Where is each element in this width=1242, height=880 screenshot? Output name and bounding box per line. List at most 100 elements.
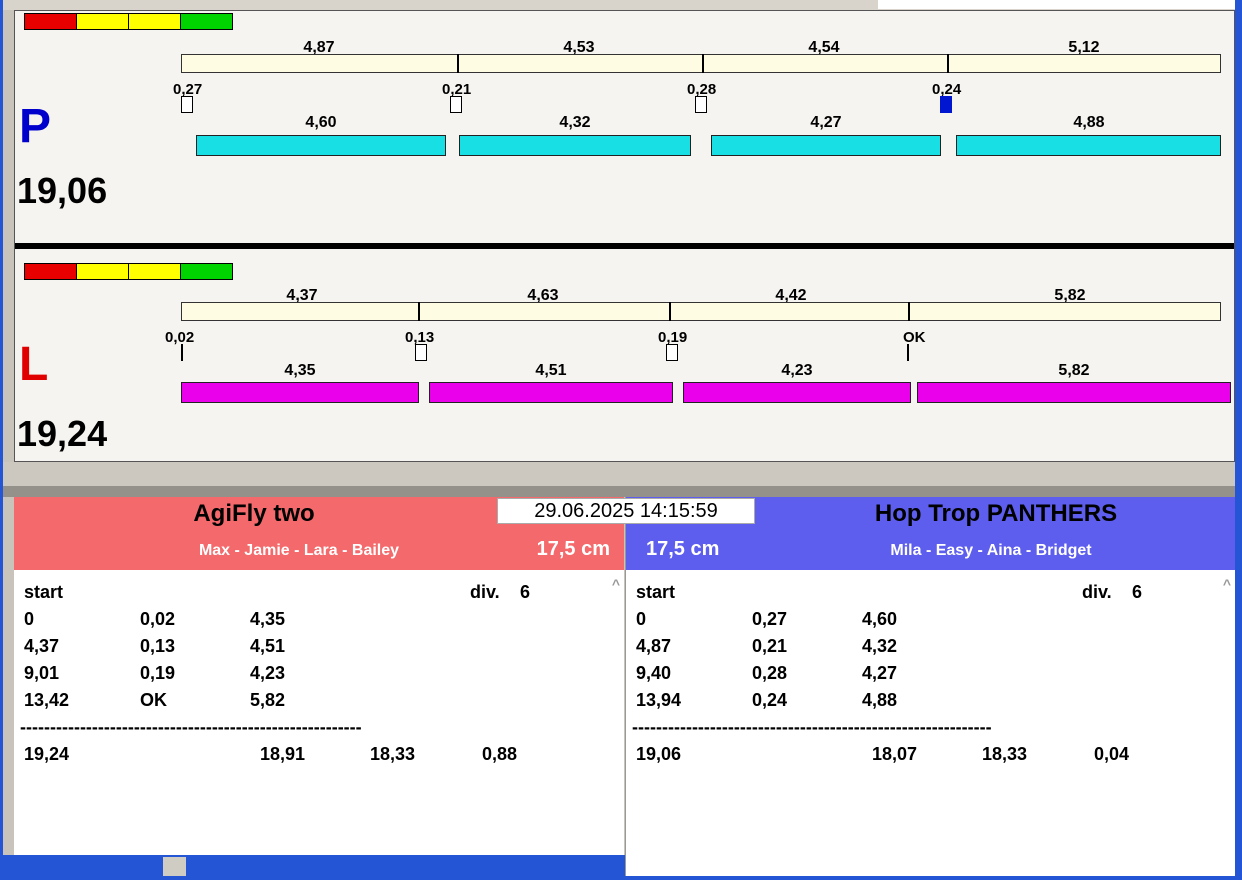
- split-timeline-bar-p: [181, 54, 1221, 73]
- segment-time-bar: [683, 382, 911, 403]
- traffic-light-red: [24, 13, 77, 30]
- team-name: AgiFly two: [193, 500, 315, 527]
- segment-time-bar: [711, 135, 941, 156]
- traffic-light-indicator-l: [24, 263, 233, 280]
- totals-value: 18,07: [872, 744, 918, 764]
- result-row: 13,94 0,24 4,88: [626, 690, 1235, 714]
- split-time: 5,82: [250, 690, 286, 710]
- segment-time-bar: [181, 382, 419, 403]
- traffic-light-yellow-2: [128, 263, 181, 280]
- result-row: 0 0,27 4,60: [626, 609, 1235, 633]
- totals-value: 0,88: [482, 744, 518, 764]
- start-label: start: [24, 582, 64, 602]
- segment-time-bar: [196, 135, 446, 156]
- cumulative-time: 9,01: [24, 663, 60, 683]
- cumulative-time: 0: [636, 609, 647, 629]
- team-name: Hop Trop PANTHERS: [874, 500, 1118, 527]
- cumulative-time: 0: [24, 609, 35, 629]
- dog-split-time: 4,88: [1073, 114, 1105, 131]
- result-row: 13,42 OK 5,82: [14, 690, 624, 714]
- traffic-light-indicator-p: [24, 13, 233, 30]
- segment-divider: [418, 302, 420, 321]
- result-row: 4,87 0,21 4,32: [626, 636, 1235, 660]
- totals-row: 19,06 18,07 18,33 0,04: [626, 744, 1235, 768]
- traffic-light-yellow-1: [76, 263, 129, 280]
- result-row: 0 0,02 4,35: [14, 609, 624, 633]
- team-panel-left: AgiFly two Max - Jamie - Lara - Bailey 1…: [14, 497, 624, 855]
- segment-time-bar: [956, 135, 1221, 156]
- results-table-right: ^ start div. 6 0 0,27 4,60 4,87 0,21 4,3…: [626, 570, 1235, 876]
- segment-time-bar: [429, 382, 673, 403]
- cumulative-time: 13,94: [636, 690, 682, 710]
- dog-split-time: 4,51: [535, 362, 567, 379]
- datetime-display: 29.06.2025 14:15:59: [497, 498, 755, 524]
- split-time: 4,88: [862, 690, 898, 710]
- traffic-light-yellow-1: [76, 13, 129, 30]
- cumulative-time: 9,40: [636, 663, 672, 683]
- lane-total-time: 19,06: [17, 170, 108, 211]
- window-border-right: [1235, 0, 1242, 880]
- totals-value: 18,91: [260, 744, 306, 764]
- change-time: OK: [140, 690, 167, 710]
- change-time-label: 0,02: [165, 329, 195, 346]
- segment-divider: [457, 54, 459, 73]
- dog-split-time: 4,60: [305, 114, 337, 131]
- result-row: 9,40 0,28 4,27: [626, 663, 1235, 687]
- cumulative-time: 13,42: [24, 690, 70, 710]
- result-row: 9,01 0,19 4,23: [14, 663, 624, 687]
- segment-time-bar: [917, 382, 1231, 403]
- change-time: 0,19: [140, 663, 176, 683]
- totals-row: 19,24 18,91 18,33 0,88: [14, 744, 624, 768]
- team-members: Max - Jamie - Lara - Bailey: [198, 542, 400, 559]
- cumulative-time: 4,87: [636, 636, 672, 656]
- split-time: 4,35: [250, 609, 286, 629]
- dog-split-time: 4,35: [284, 362, 316, 379]
- traffic-light-red: [24, 263, 77, 280]
- split-time: 4,32: [862, 636, 898, 656]
- change-marker-box: [666, 344, 678, 361]
- table-header-row: start div. 6: [14, 582, 624, 606]
- table-header-row: start div. 6: [626, 582, 1235, 606]
- division-label: div.: [1082, 582, 1112, 602]
- division-label: div.: [470, 582, 500, 602]
- traffic-light-yellow-2: [128, 13, 181, 30]
- start-label: start: [636, 582, 676, 602]
- dog-split-time: 5,82: [1058, 362, 1090, 379]
- team-panel-right: Hop Trop PANTHERS Mila - Easy - Aina - B…: [625, 497, 1235, 876]
- lane-total-time: 19,24: [17, 413, 108, 454]
- split-timeline-bar-l: [181, 302, 1221, 321]
- dog-split-time: 4,23: [781, 362, 813, 379]
- change-time: 0,28: [752, 663, 788, 683]
- change-marker-box: [415, 344, 427, 361]
- dog-split-time: 4,27: [810, 114, 842, 131]
- segment-divider: [947, 54, 949, 73]
- taskbar-button[interactable]: [163, 857, 186, 876]
- change-marker-box: [450, 96, 462, 113]
- change-marker-tick: [181, 344, 183, 361]
- team-members: Mila - Easy - Aina - Bridget: [890, 542, 1092, 559]
- totals-value: 18,33: [370, 744, 416, 764]
- total-time: 19,06: [636, 744, 682, 764]
- segment-time-bar: [459, 135, 691, 156]
- segment-divider: [702, 54, 704, 73]
- window-border-left: [0, 0, 3, 880]
- change-time: 0,21: [752, 636, 788, 656]
- lane-letter: L: [19, 338, 49, 391]
- lane-divider: [15, 243, 1234, 249]
- change-marker-box-filled: [940, 96, 952, 113]
- split-time: 4,60: [862, 609, 898, 629]
- traffic-light-green: [180, 263, 233, 280]
- traffic-light-green: [180, 13, 233, 30]
- result-row: 4,37 0,13 4,51: [14, 636, 624, 660]
- section-gap-band: [0, 486, 1242, 497]
- jump-height: 17,5 cm: [646, 538, 720, 560]
- division-value: 6: [1132, 582, 1143, 602]
- change-time: 0,02: [140, 609, 176, 629]
- change-time: 0,27: [752, 609, 788, 629]
- totals-value: 0,04: [1094, 744, 1130, 764]
- split-time: 4,27: [862, 663, 898, 683]
- timing-window: 4,87 4,53 4,54 5,12 0,27 0,21 0,28 0,24 …: [0, 0, 1242, 880]
- top-window-sliver: [0, 0, 1242, 10]
- dog-split-time: 4,32: [559, 114, 591, 131]
- results-table-left: ^ start div. 6 0 0,02 4,35 4,37 0,13 4,5…: [14, 570, 624, 855]
